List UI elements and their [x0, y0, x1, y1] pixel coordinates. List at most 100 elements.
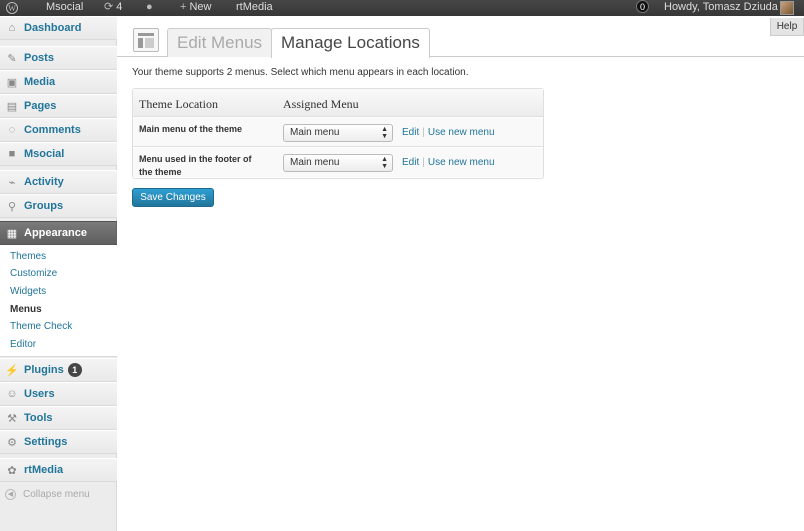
- link-separator: |: [422, 157, 425, 168]
- settings-icon: ⚙: [7, 436, 17, 449]
- sidebar-item-label: Groups: [24, 200, 64, 212]
- sidebar-item-label: Settings: [24, 436, 68, 448]
- locations-intro-text: Your theme supports 2 menus. Select whic…: [132, 67, 469, 78]
- select-value: Main menu: [290, 157, 340, 168]
- rtmedia-link[interactable]: rtMedia: [236, 0, 273, 16]
- notification-count: 0: [636, 0, 649, 13]
- sidebar-item-label: Plugins: [24, 364, 64, 376]
- sidebar-item-label: Users: [24, 388, 55, 400]
- refresh-icon: ⟳: [104, 1, 114, 13]
- row-actions: Edit | Use new menu: [402, 127, 495, 138]
- sidebar-item-label: Dashboard: [24, 22, 82, 34]
- use-new-menu-link[interactable]: Use new menu: [428, 157, 495, 168]
- appearance-icon: ▦: [6, 227, 18, 240]
- submenu-item-theme-check[interactable]: Theme Check: [10, 321, 72, 332]
- row-actions: Edit | Use new menu: [402, 157, 495, 168]
- main-content: Help Edit Menus Manage Locations Your th…: [117, 16, 804, 531]
- sidebar-item-label: Tools: [24, 412, 53, 424]
- submenu-item-customize[interactable]: Customize: [10, 268, 57, 279]
- sidebar-item-comments[interactable]: ◌ Comments: [0, 118, 117, 142]
- edit-menu-link[interactable]: Edit: [402, 127, 419, 138]
- sidebar-item-rtmedia[interactable]: ✿ rtMedia: [0, 458, 117, 482]
- column-header-assigned-menu: Assigned Menu: [283, 97, 359, 111]
- plus-icon: +: [180, 1, 187, 13]
- tools-icon: ⚒: [7, 412, 17, 425]
- activity-icon: ⌁: [8, 176, 16, 189]
- select-arrows-icon: ▲ ▼: [381, 126, 388, 140]
- location-label: Menu used in the footer of the theme: [139, 154, 252, 177]
- edit-menu-link[interactable]: Edit: [402, 157, 419, 168]
- sidebar-item-plugins[interactable]: ⚡ Plugins 1: [0, 358, 117, 382]
- location-label: Main menu of the theme: [139, 124, 243, 134]
- sidebar-item-label: Posts: [24, 52, 54, 64]
- sidebar-item-users[interactable]: ☺ Users: [0, 382, 117, 406]
- groups-icon: ⚲: [7, 200, 17, 213]
- users-icon: ☺: [6, 388, 18, 400]
- sidebar-item-activity[interactable]: ⌁ Activity: [0, 170, 117, 194]
- admin-sidebar: ⌂ Dashboard ✎ Posts ▣ Media ▤ Pages ◌ Comment…: [0, 16, 123, 531]
- pages-icon: ▤: [6, 100, 18, 113]
- submenu-item-menus[interactable]: Menus: [10, 304, 42, 315]
- msocial-icon: ■: [8, 148, 16, 160]
- sidebar-item-tools[interactable]: ⚒ Tools: [0, 406, 117, 430]
- table-header: Theme Location Assigned Menu: [133, 89, 543, 117]
- sidebar-item-label: Activity: [24, 176, 64, 188]
- link-separator: |: [422, 127, 425, 138]
- new-label: New: [189, 1, 212, 13]
- sidebar-item-label: rtMedia: [24, 464, 64, 476]
- select-arrows-icon: ▲ ▼: [381, 156, 388, 170]
- menus-screen-icon: [133, 28, 159, 52]
- submenu-item-themes[interactable]: Themes: [10, 251, 46, 262]
- help-tab-button[interactable]: Help: [770, 18, 804, 36]
- updates-link[interactable]: ⟳ 4: [104, 0, 122, 16]
- sidebar-item-label: Media: [24, 76, 56, 88]
- svg-text:W: W: [8, 4, 16, 13]
- sidebar-item-label: Pages: [24, 100, 57, 112]
- assigned-menu-select[interactable]: Main menu ▲ ▼: [283, 124, 393, 142]
- sidebar-item-groups[interactable]: ⚲ Groups: [0, 194, 117, 218]
- appearance-submenu: Themes Customize Widgets Menus Theme Che…: [0, 245, 117, 357]
- collapse-menu-button[interactable]: ◀ Collapse menu: [5, 489, 90, 500]
- save-changes-button[interactable]: Save Changes: [132, 188, 214, 207]
- submenu-item-widgets[interactable]: Widgets: [10, 286, 46, 297]
- sidebar-item-settings[interactable]: ⚙ Settings: [0, 430, 117, 454]
- table-row: Menu used in the footer of the theme Mai…: [133, 147, 543, 177]
- comment-bubble-icon: ●: [146, 1, 153, 13]
- comment-icon: ◌: [8, 124, 16, 136]
- admin-bar: W Msocial ⟳ 4 ● + New rtMedia 0 Howdy, Tom…: [0, 0, 804, 16]
- update-count-badge: 1: [67, 363, 82, 377]
- use-new-menu-link[interactable]: Use new menu: [428, 127, 495, 138]
- sidebar-item-pages[interactable]: ▤ Pages: [0, 94, 117, 118]
- avatar[interactable]: [780, 0, 794, 16]
- menu-locations-table: Theme Location Assigned Menu Main menu o…: [132, 88, 544, 179]
- plugins-icon: ⚡: [5, 364, 19, 377]
- table-row: Main menu of the theme Main menu ▲ ▼ Edit…: [133, 117, 543, 147]
- sidebar-item-label: Comments: [24, 124, 81, 136]
- submenu-item-editor[interactable]: Editor: [10, 339, 36, 350]
- select-value: Main menu: [290, 127, 340, 138]
- site-name-link[interactable]: Msocial: [46, 0, 83, 16]
- sidebar-item-posts[interactable]: ✎ Posts: [0, 46, 117, 70]
- collapse-arrow-icon: ◀: [5, 489, 16, 500]
- sidebar-item-label: Msocial: [24, 148, 65, 160]
- pushpin-icon: ✎: [7, 52, 17, 65]
- collapse-label: Collapse menu: [23, 489, 90, 500]
- wordpress-logo-icon[interactable]: W: [6, 0, 22, 16]
- sidebar-item-media[interactable]: ▣ Media: [0, 70, 117, 94]
- sidebar-item-msocial[interactable]: ■ Msocial: [0, 142, 117, 166]
- rtmedia-icon: ✿: [7, 464, 17, 477]
- column-header-theme-location: Theme Location: [139, 97, 218, 111]
- media-icon: ▣: [6, 76, 18, 89]
- avatar-image: [780, 1, 794, 15]
- sidebar-item-dashboard[interactable]: ⌂ Dashboard: [0, 16, 117, 40]
- tab-edit-menus[interactable]: Edit Menus: [167, 28, 273, 57]
- comments-link[interactable]: ●: [146, 0, 156, 16]
- notifications-link[interactable]: 0: [636, 0, 649, 16]
- sidebar-item-appearance[interactable]: ▦ Appearance: [0, 221, 122, 245]
- sidebar-item-label: Appearance: [24, 227, 87, 239]
- tab-manage-locations[interactable]: Manage Locations: [271, 28, 430, 58]
- assigned-menu-select[interactable]: Main menu ▲ ▼: [283, 154, 393, 172]
- updates-count: 4: [116, 1, 123, 13]
- howdy-account-link[interactable]: Howdy, Tomasz Dziuda: [664, 0, 778, 16]
- new-content-link[interactable]: + New: [180, 0, 211, 16]
